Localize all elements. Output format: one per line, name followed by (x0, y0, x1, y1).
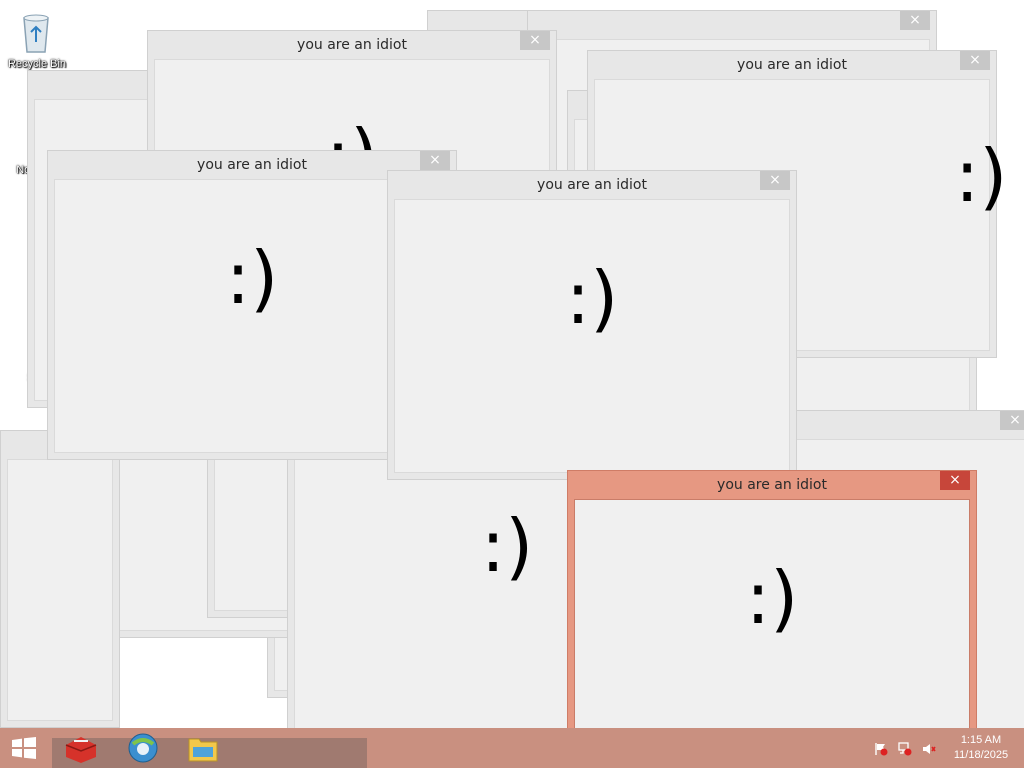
close-button[interactable]: × (1000, 411, 1024, 430)
network-icon[interactable] (898, 742, 912, 756)
taskbar-pinned-toolbox[interactable] (58, 728, 104, 768)
window-title: you are an idiot (717, 477, 827, 493)
browser-icon (128, 733, 158, 763)
title-bar[interactable]: you are an idiot × (568, 471, 976, 499)
popup-window[interactable] (0, 430, 120, 728)
smiley-face: :) (745, 556, 799, 640)
window-title: you are an idiot (297, 37, 407, 53)
recycle-bin-icon (23, 14, 49, 53)
close-button[interactable]: × (420, 151, 450, 170)
taskbar-pinned-file-explorer[interactable] (180, 728, 226, 768)
close-button[interactable]: × (760, 171, 790, 190)
popup-window[interactable]: you are an idiot × :) (387, 170, 797, 480)
window-client: :) (394, 199, 790, 473)
volume-muted-icon[interactable] (922, 742, 936, 756)
close-button[interactable]: × (900, 11, 930, 30)
clock-date: 11/18/2025 (953, 749, 1009, 761)
window-title: you are an idiot (737, 57, 847, 73)
toolbox-icon (65, 737, 97, 763)
start-button[interactable] (0, 728, 48, 768)
title-bar[interactable]: you are an idiot × (148, 31, 556, 59)
window-title: you are an idiot (537, 177, 647, 193)
title-bar[interactable]: × (528, 11, 936, 39)
taskbar-pinned-browser[interactable] (120, 728, 166, 768)
taskbar (0, 728, 1024, 768)
close-button[interactable]: × (940, 471, 970, 490)
windows-start-icon (12, 737, 36, 759)
clock-time: 1:15 AM (960, 734, 1002, 746)
title-bar[interactable]: you are an idiot × (588, 51, 996, 79)
action-center-flag-icon[interactable] (874, 742, 888, 756)
window-client (7, 459, 113, 721)
file-explorer-icon (188, 738, 218, 762)
popup-window-active[interactable]: you are an idiot × :) (567, 470, 977, 728)
title-bar[interactable]: you are an idiot × (388, 171, 796, 199)
close-button[interactable]: × (960, 51, 990, 70)
smiley-face: :) (565, 256, 619, 340)
window-client: :) (574, 499, 970, 728)
desktop-icon-label: Recycle Bin (7, 58, 67, 70)
system-clock[interactable]: 1:15 AM 11/18/2025 (944, 733, 1018, 763)
desktop-icon-recycle-bin[interactable]: Recycle Bin (0, 6, 74, 78)
desktop: Recycle Bin Notepad d Sup you are an idi… (0, 0, 1024, 728)
close-button[interactable]: × (520, 31, 550, 50)
